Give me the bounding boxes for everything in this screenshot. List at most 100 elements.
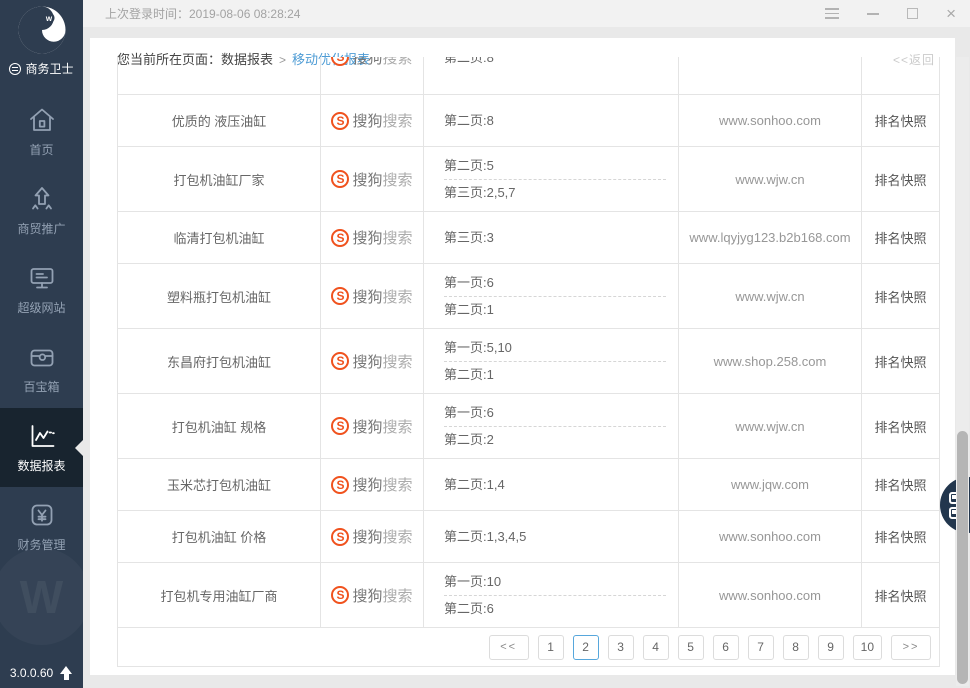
sidebar-item-label: 百宝箱 (23, 378, 59, 395)
rank-line: 第三页:2,5,7 (444, 180, 668, 206)
rank-cell: 第三页:3 (424, 212, 679, 263)
table-row: 打包机油缸厂家S搜狗搜索第二页:5第三页:2,5,7www.wjw.cn排名快照 (118, 147, 939, 212)
snapshot-link[interactable]: 排名快照 (862, 95, 939, 146)
keyword-cell: 东昌府打包机油缸 (118, 329, 321, 393)
search-engine-cell: S搜狗搜索 (321, 57, 424, 95)
sidebar-item-label: 数据报表 (17, 457, 65, 474)
website-cell: www.wjw.cn (679, 147, 862, 211)
pagination-next[interactable]: >> (891, 635, 931, 660)
app-logo-icon: w (0, 5, 83, 55)
yuan-icon (28, 501, 56, 529)
sidebar-item-home[interactable]: 首页 (0, 92, 83, 171)
rank-cell: 第二页:1,3,4,5 (424, 511, 679, 562)
website-cell: www.sonhoo.com (679, 563, 862, 627)
pagination-prev[interactable]: << (489, 635, 529, 660)
sogou-icon: S (331, 476, 349, 494)
pagination: << 123456789 10 >> (117, 628, 940, 667)
pagination-page-9[interactable]: 9 (818, 635, 844, 660)
rank-line: 第二页:1 (444, 362, 668, 388)
snapshot-link[interactable]: 排名快照 (862, 147, 939, 211)
website-cell: www.sonhoo.com (679, 511, 862, 562)
window-controls: × (825, 5, 970, 22)
engine-name-part2: 搜索 (383, 526, 413, 547)
keyword-cell: 玉米芯打包机油缸 (118, 459, 321, 510)
snapshot-link (862, 57, 939, 95)
table-row: 东昌府打包机油缸S搜狗搜索第一页:5,10第二页:1www.shop.258.c… (118, 329, 939, 394)
promotion-icon (28, 185, 56, 213)
rank-line: 第一页:6 (444, 400, 668, 426)
sidebar-item-report[interactable]: 数据报表 (0, 408, 83, 487)
vertical-scrollbar[interactable] (956, 57, 969, 686)
pagination-page-8[interactable]: 8 (783, 635, 809, 660)
sogou-icon: S (331, 229, 349, 247)
table-row: 打包机油缸 价格S搜狗搜索第二页:1,3,4,5www.sonhoo.com排名… (118, 511, 939, 563)
sidebar-item-toolbox[interactable]: 百宝箱 (0, 329, 83, 408)
search-engine-cell: S搜狗搜索 (321, 329, 424, 393)
table-row: 打包机油缸 规格S搜狗搜索第一页:6第二页:2www.wjw.cn排名快照 (118, 394, 939, 459)
snapshot-link[interactable]: 排名快照 (862, 394, 939, 458)
pagination-page-1[interactable]: 1 (538, 635, 564, 660)
snapshot-link[interactable]: 排名快照 (862, 212, 939, 263)
rank-line: 第二页:8 (444, 57, 668, 71)
snapshot-link[interactable]: 排名快照 (862, 563, 939, 627)
search-engine-cell: S搜狗搜索 (321, 212, 424, 263)
engine-name-part2: 搜索 (383, 110, 413, 131)
sidebar-item-label: 商贸推广 (17, 220, 65, 237)
menu-icon[interactable] (825, 8, 839, 19)
rank-cell: 第一页:6第二页:1 (424, 264, 679, 328)
pagination-page-6[interactable]: 6 (713, 635, 739, 660)
table-row: S搜狗搜索 第二页:8 (118, 57, 939, 95)
monitor-icon (28, 264, 56, 292)
sidebar-item-label: 首页 (29, 141, 53, 158)
engine-name-part2: 搜索 (383, 351, 413, 372)
engine-name-part2: 搜索 (383, 169, 413, 190)
engine-name-part1: 搜狗 (352, 169, 382, 190)
sogou-icon: S (331, 112, 349, 130)
search-engine-cell: S搜狗搜索 (321, 394, 424, 458)
pagination-page-7[interactable]: 7 (748, 635, 774, 660)
minimize-icon[interactable] (867, 13, 879, 15)
svg-text:w: w (44, 14, 52, 23)
pagination-page-4[interactable]: 4 (643, 635, 669, 660)
rank-cell: 第二页:8 (424, 95, 679, 146)
search-engine-cell: S搜狗搜索 (321, 563, 424, 627)
pagination-page-3[interactable]: 3 (608, 635, 634, 660)
titlebar: 上次登录时间：2019-08-06 08:28:24 × (83, 0, 970, 27)
sogou-icon: S (331, 417, 349, 435)
keyword-cell: 优质的 液压油缸 (118, 95, 321, 146)
rank-cell: 第二页:1,4 (424, 459, 679, 510)
snapshot-link[interactable]: 排名快照 (862, 329, 939, 393)
rank-line: 第二页:1 (444, 297, 668, 323)
brand: w 商务卫士 (0, 0, 83, 77)
brand-badge-icon (9, 63, 21, 75)
snapshot-link[interactable]: 排名快照 (862, 459, 939, 510)
engine-name-part1: 搜狗 (352, 227, 382, 248)
engine-name-part1: 搜狗 (352, 416, 382, 437)
sidebar: w 商务卫士 首页商贸推广超级网站百宝箱数据报表财务管理 W 3.0.0.60 (0, 0, 83, 688)
sidebar-item-promote[interactable]: 商贸推广 (0, 171, 83, 250)
pagination-page-10[interactable]: 10 (853, 635, 882, 660)
rank-line: 第二页:2 (444, 427, 668, 453)
sidebar-item-website[interactable]: 超级网站 (0, 250, 83, 329)
ranking-table: S搜狗搜索第二页:8优质的 液压油缸S搜狗搜索第二页:8www.sonhoo.c… (117, 57, 940, 628)
table-row: 打包机专用油缸厂商S搜狗搜索第一页:10第二页:6www.sonhoo.com排… (118, 563, 939, 628)
scrollbar-thumb[interactable] (957, 431, 968, 684)
sogou-icon: S (331, 287, 349, 305)
update-arrow-icon[interactable] (60, 666, 73, 680)
website-cell: www.shop.258.com (679, 329, 862, 393)
keyword-cell: 打包机油缸 价格 (118, 511, 321, 562)
snapshot-link[interactable]: 排名快照 (862, 264, 939, 328)
sogou-icon: S (331, 528, 349, 546)
snapshot-link[interactable]: 排名快照 (862, 511, 939, 562)
maximize-icon[interactable] (907, 8, 918, 19)
rank-line: 第三页:3 (444, 225, 668, 251)
pagination-page-2[interactable]: 2 (573, 635, 599, 660)
rank-line: 第二页:1,4 (444, 472, 668, 498)
pagination-page-5[interactable]: 5 (678, 635, 704, 660)
engine-name-part2: 搜索 (383, 227, 413, 248)
rank-line: 第一页:6 (444, 270, 668, 296)
engine-name-part1: 搜狗 (352, 585, 382, 606)
engine-name-part1: 搜狗 (352, 351, 382, 372)
close-icon[interactable]: × (946, 5, 956, 22)
version-label: 3.0.0.60 (10, 666, 53, 680)
